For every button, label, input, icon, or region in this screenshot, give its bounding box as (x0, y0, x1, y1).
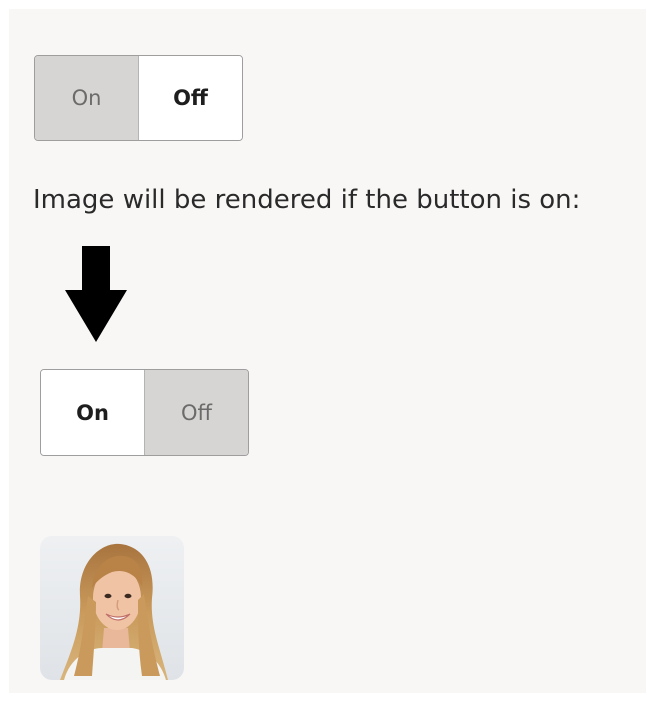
arrow-down-icon (64, 246, 128, 349)
portrait-image (40, 536, 184, 680)
on-off-toggle-top: On Off (34, 55, 243, 141)
toggle-bottom-off-button[interactable]: Off (144, 370, 248, 455)
on-off-toggle-bottom: On Off (40, 369, 249, 456)
render-caption: Image will be rendered if the button is … (33, 185, 581, 215)
toggle-top-off-button[interactable]: Off (138, 56, 242, 140)
toggle-top-on-button[interactable]: On (35, 56, 138, 140)
content-panel: On Off Image will be rendered if the but… (9, 9, 646, 693)
toggle-bottom-on-button[interactable]: On (41, 370, 144, 455)
